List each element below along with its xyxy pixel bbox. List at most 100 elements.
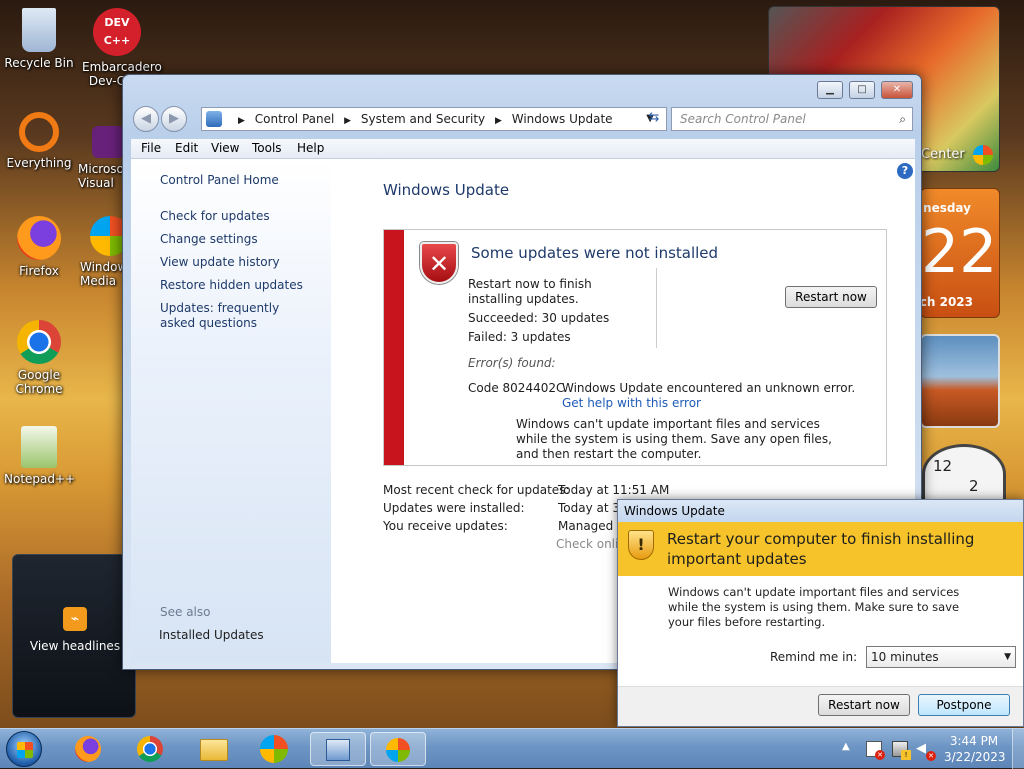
succeeded-count: Succeeded: 30 updates [468, 311, 610, 325]
feed-headlines-gadget[interactable]: ⌁ View headlines [12, 554, 136, 718]
installed-value: Today at 3: [558, 501, 625, 515]
menu-edit[interactable]: Edit [175, 141, 198, 155]
update-alert-panel: ✕ Some updates were not installed Restar… [383, 229, 887, 466]
link-updates-faq[interactable]: Updates: frequently asked questions [160, 301, 310, 331]
search-icon[interactable]: ⌕ [899, 108, 906, 130]
clock-date[interactable]: 3/22/2023 [944, 750, 1006, 764]
search-input[interactable]: Search Control Panel ⌕ [671, 107, 913, 131]
taskbar-windows-update[interactable] [370, 732, 426, 766]
postpone-button[interactable]: Postpone [918, 694, 1010, 716]
restart-required-dialog[interactable]: Windows Update ! Restart your computer t… [617, 499, 1024, 727]
help-icon[interactable]: ? [897, 163, 913, 179]
menu-view[interactable]: View [211, 141, 239, 155]
error-code: Code 8024402C [468, 381, 565, 395]
breadcrumb-control-panel[interactable]: Control Panel [255, 112, 335, 126]
get-help-link[interactable]: Get help with this error [562, 396, 701, 411]
clock-time[interactable]: 3:44 PM [944, 734, 1004, 748]
navigation-bar: ◀ ▶ ▶ Control Panel ▶ System and Securit… [131, 105, 913, 133]
desktop-icon-media-center[interactable]: Windows Media C... [78, 216, 130, 288]
restart-now-button[interactable]: Restart now [818, 694, 910, 716]
close-button[interactable]: ✕ [881, 81, 913, 99]
link-restore-hidden-updates[interactable]: Restore hidden updates [160, 278, 303, 293]
desktop-icon-recycle-bin[interactable]: Recycle Bin [4, 8, 74, 70]
taskbar-media-player[interactable] [252, 732, 296, 766]
network-icon[interactable]: ! [892, 741, 911, 760]
page-title: Windows Update [383, 181, 510, 199]
dialog-heading: Restart your computer to finish installi… [667, 530, 975, 568]
alert-divider [656, 268, 657, 348]
recent-check-value: Today at 11:51 AM [558, 483, 670, 497]
windows-update-icon [386, 738, 410, 762]
alert-heading: Some updates were not installed [471, 244, 719, 262]
taskbar-control-panel[interactable] [310, 732, 366, 766]
link-check-for-updates[interactable]: Check for updates [160, 209, 270, 224]
desktop-icon-label: Microsoft Visual S... [78, 162, 124, 190]
firefox-icon [17, 216, 61, 260]
slideshow-gadget[interactable] [920, 334, 1000, 428]
windows-orb-icon [973, 145, 993, 165]
back-button[interactable]: ◀ [133, 106, 159, 132]
desktop-icon-label: Everything [6, 156, 72, 170]
notepadpp-icon [21, 426, 57, 468]
clock-numeral-2: 2 [969, 477, 979, 495]
chrome-icon [17, 320, 61, 364]
devcpp-icon: DEV C++ [93, 8, 141, 56]
address-bar[interactable]: ▶ Control Panel ▶ System and Security ▶ … [201, 107, 667, 131]
remind-label: Remind me in: [770, 650, 858, 664]
desktop-icon-label: Notepad++ [4, 472, 76, 486]
taskbar-chrome[interactable] [128, 732, 172, 766]
dialog-banner: ! Restart your computer to finish instal… [618, 522, 1023, 576]
errors-found-label: Error(s) found: [468, 356, 556, 370]
windows-logo-icon [17, 742, 33, 758]
calendar-day: 22 [921, 217, 998, 287]
breadcrumb-windows-update[interactable]: Windows Update [512, 112, 613, 126]
recent-check-label: Most recent check for updates: [383, 483, 570, 497]
desktop-icon-chrome[interactable]: Google Chrome [4, 320, 74, 396]
windows-media-icon [260, 735, 288, 763]
refresh-button[interactable]: ⇆ [643, 108, 665, 130]
restart-now-button[interactable]: Restart now [785, 286, 877, 308]
control-panel-icon [206, 111, 222, 127]
calendar-gadget[interactable]: Wednesday 22 March 2023 [893, 188, 1000, 318]
volume-icon[interactable]: ◀ ✕ [916, 741, 936, 761]
link-control-panel-home[interactable]: Control Panel Home [160, 173, 279, 188]
receive-updates-label: You receive updates: [383, 519, 508, 533]
link-view-update-history[interactable]: View update history [160, 255, 280, 270]
taskbar-explorer[interactable] [192, 732, 236, 766]
recycle-bin-icon [22, 8, 56, 52]
breadcrumb-arrow-icon: ▶ [344, 116, 352, 126]
breadcrumb-system-security[interactable]: System and Security [361, 112, 485, 126]
taskbar: ▲ ✕ ! ◀ ✕ 3:44 PM 3/22/2023 [0, 728, 1024, 769]
shield-error-icon: ✕ [420, 242, 458, 284]
left-navigation-pane: Control Panel Home Check for updates Cha… [131, 159, 331, 663]
link-installed-updates[interactable]: Installed Updates [159, 628, 264, 643]
desktop-icon-firefox[interactable]: Firefox [4, 216, 74, 278]
link-change-settings[interactable]: Change settings [160, 232, 258, 247]
minimize-button[interactable]: ▁ [817, 81, 843, 99]
view-headlines-label: View headlines [29, 639, 121, 653]
menu-bar: File Edit View Tools Help [131, 139, 915, 159]
dialog-title: Windows Update [618, 500, 1023, 522]
forward-button[interactable]: ▶ [161, 106, 187, 132]
warning-shield-icon: ! [628, 530, 654, 560]
mute-badge-icon: ✕ [926, 751, 936, 761]
desktop-icon-everything[interactable]: Everything [4, 112, 74, 170]
menu-file[interactable]: File [141, 141, 161, 155]
error-description: Windows Update encountered an unknown er… [562, 381, 856, 395]
desktop-icon-notepadpp[interactable]: Notepad++ [4, 426, 76, 486]
menu-help[interactable]: Help [297, 141, 324, 155]
dialog-body: Windows can't update important files and… [668, 585, 960, 629]
show-desktop-button[interactable] [1012, 729, 1024, 769]
taskbar-firefox[interactable] [66, 732, 110, 766]
see-also-label: See also [160, 605, 211, 619]
check-online-link[interactable]: Check onlin [556, 537, 626, 552]
maximize-button[interactable]: □ [849, 81, 875, 99]
menu-tools[interactable]: Tools [252, 141, 282, 155]
warning-badge-icon: ! [901, 750, 911, 760]
desktop-icon-visual-studio[interactable]: Microsoft Visual S... [78, 126, 128, 190]
restart-message: Restart now to finish installing updates… [468, 277, 592, 306]
remind-select[interactable]: 10 minutes ▼ [866, 646, 1016, 668]
action-center-icon[interactable]: ✕ [866, 741, 885, 760]
show-hidden-icons-button[interactable]: ▲ [842, 741, 850, 752]
start-button[interactable] [6, 731, 42, 767]
